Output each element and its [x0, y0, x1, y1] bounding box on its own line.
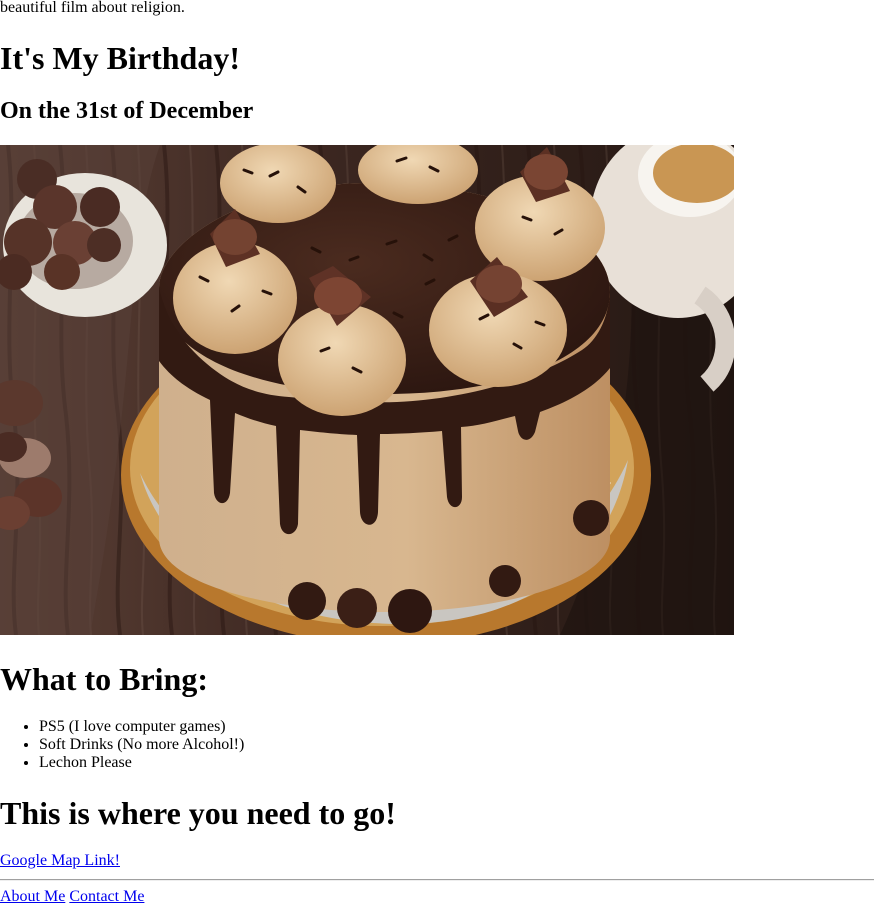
contact-me-link[interactable]: Contact Me	[69, 888, 144, 905]
directions-heading: This is where you need to go!	[0, 795, 396, 831]
intro-text: beautiful film about religion.	[0, 0, 185, 16]
footer-links: About Me Contact Me	[0, 888, 144, 905]
page: beautiful film about religion. It's My B…	[0, 0, 878, 905]
bring-list: PS5 (I love computer games) Soft Drinks …	[0, 718, 244, 772]
cake-image	[0, 145, 734, 635]
list-item: Soft Drinks (No more Alcohol!)	[39, 736, 244, 754]
page-title: It's My Birthday!	[0, 40, 240, 76]
birthday-date: On the 31st of December	[0, 98, 254, 124]
google-map-link[interactable]: Google Map Link!	[0, 852, 120, 870]
about-me-link[interactable]: About Me	[0, 888, 65, 905]
horizontal-divider	[0, 879, 874, 881]
list-item: PS5 (I love computer games)	[39, 718, 244, 736]
what-to-bring-heading: What to Bring:	[0, 661, 208, 697]
list-item: Lechon Please	[39, 754, 244, 772]
